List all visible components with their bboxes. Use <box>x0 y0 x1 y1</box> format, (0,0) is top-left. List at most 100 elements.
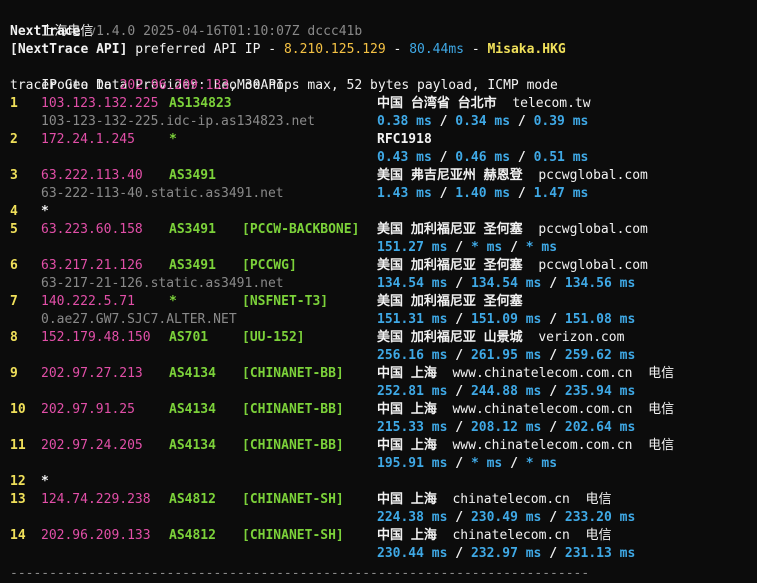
hop-ip: 172.24.1.245 <box>41 132 135 147</box>
version-line: NextTrace v1.4.0 2025-04-16T01:10:07Z dc… <box>10 23 362 41</box>
timing-separator: / <box>510 240 518 255</box>
hop-hostname: 103-123-132-225.idc-ip.as134823.net <box>41 114 315 129</box>
hop-rtt: 208.12 ms <box>470 420 542 435</box>
terminal-window: 上海电信 NextTrace v1.4.0 2025-04-16T01:10:0… <box>0 0 757 581</box>
hop-location: 中国 上海 www.chinatelecom.com.cn 电信 <box>377 437 674 455</box>
timing-separator: / <box>455 420 464 435</box>
api-node: Misaka.HKG <box>487 42 566 57</box>
hop-asn: AS701 <box>169 330 209 345</box>
hop-geo: 美国 弗吉尼亚州 赫恩登 <box>377 168 523 183</box>
hop-asn: AS4134 <box>169 402 216 417</box>
hop-tag: [UU-152] <box>242 330 305 345</box>
hop-rtt: 230.49 ms <box>470 510 542 525</box>
hop-asn: AS134823 <box>169 96 232 111</box>
api-tag: [NextTrace API] <box>10 42 128 57</box>
hop-geo: 中国 上海 <box>377 438 437 453</box>
hop-rtt: 256.16 ms <box>377 348 448 363</box>
hop-rtt: 202.64 ms <box>564 420 636 435</box>
hop-rtt: 1.43 ms <box>377 186 432 201</box>
version-info: v1.4.0 2025-04-16T01:10:07Z dccc41b <box>88 24 363 39</box>
geo-provider-line: IP Geo Data Provider: LeoMoeAPI <box>10 59 284 93</box>
hop-rtt: 230.44 ms <box>377 546 448 561</box>
api-ip: 8.210.125.129 <box>283 42 386 57</box>
api-line: [NextTrace API] preferred API IP - 8.210… <box>10 41 566 59</box>
timing-separator: / <box>549 384 558 399</box>
hop-ip: 124.74.229.238 <box>41 492 151 507</box>
hop-domain: pccwglobal.com <box>538 222 648 237</box>
hop-isp: 电信 <box>648 438 675 453</box>
timing-separator: / <box>455 276 464 291</box>
hop-domain: www.chinatelecom.com.cn <box>452 438 633 453</box>
hop-geo: RFC1918 <box>377 132 432 147</box>
hop-rtt: 244.88 ms <box>470 384 542 399</box>
hop-asn: * <box>169 132 177 147</box>
hop-isp: 电信 <box>648 366 675 381</box>
hop-number: 4 <box>10 204 18 219</box>
hop-number: 11 <box>10 438 26 453</box>
hop-number: 12 <box>10 474 26 489</box>
hop-rtt: 134.54 ms <box>377 276 448 291</box>
hop-geo: 中国 上海 <box>377 528 437 543</box>
hop-location: 中国 上海 chinatelecom.cn 电信 <box>377 527 612 545</box>
hop-tag: [CHINANET-BB] <box>242 366 344 381</box>
hop-location: 中国 上海 www.chinatelecom.com.cn 电信 <box>377 401 674 419</box>
timing-separator: / <box>549 348 558 363</box>
hop-geo: 美国 加利福尼亚 圣何塞 <box>377 294 523 309</box>
hop-isp: 电信 <box>585 492 612 507</box>
timing-separator: / <box>517 186 526 201</box>
hop-location: 美国 弗吉尼亚州 赫恩登 pccwglobal.com <box>377 167 648 185</box>
timing-separator: / <box>439 186 448 201</box>
timing-separator: / <box>455 312 464 327</box>
hop-number: 2 <box>10 132 18 147</box>
timing-separator: / <box>455 546 464 561</box>
hop-domain: telecom.tw <box>512 96 591 111</box>
hop-rtt: 1.47 ms <box>533 186 589 201</box>
timing-separator: / <box>455 384 464 399</box>
hop-timings: 0.43 ms / 0.46 ms / 0.51 ms <box>377 149 588 167</box>
hop-timeout: * <box>41 204 49 219</box>
hop-rtt: 252.81 ms <box>377 384 448 399</box>
hop-geo: 美国 加利福尼亚 圣何塞 <box>377 222 523 237</box>
hop-domain: verizon.com <box>538 330 625 345</box>
timing-separator: / <box>549 276 558 291</box>
api-latency: 80.44ms <box>409 42 464 57</box>
hop-number: 5 <box>10 222 18 237</box>
hop-asn: AS4812 <box>169 528 216 543</box>
hop-timings: 230.44 ms / 232.97 ms / 231.13 ms <box>377 545 635 563</box>
hop-timings: 195.91 ms / * ms / * ms <box>377 455 557 473</box>
hop-timings: 224.38 ms / 230.49 ms / 233.20 ms <box>377 509 635 527</box>
timing-separator: / <box>455 510 464 525</box>
hop-domain: chinatelecom.cn <box>452 528 570 543</box>
hop-rtt: 0.46 ms <box>455 150 511 165</box>
hop-tag: [CHINANET-BB] <box>242 438 344 453</box>
hop-domain: www.chinatelecom.com.cn <box>452 366 633 381</box>
hop-number: 14 <box>10 528 26 543</box>
hop-rtt: 215.33 ms <box>377 420 448 435</box>
hop-ip: 202.96.209.133 <box>41 528 151 543</box>
hop-timings: 134.54 ms / 134.54 ms / 134.56 ms <box>377 275 635 293</box>
hop-location: 美国 加利福尼亚 山景城 verizon.com <box>377 329 624 347</box>
hop-domain: chinatelecom.cn <box>452 492 570 507</box>
hop-location: 美国 加利福尼亚 圣何塞 <box>377 293 523 311</box>
api-sep-1: - <box>393 42 402 57</box>
hop-geo: 美国 加利福尼亚 圣何塞 <box>377 258 523 273</box>
timing-separator: / <box>549 510 558 525</box>
hop-number: 6 <box>10 258 18 273</box>
timing-separator: / <box>549 312 558 327</box>
hop-rtt: 261.95 ms <box>470 348 542 363</box>
hop-timeout: * <box>41 474 49 489</box>
hop-rtt: 231.13 ms <box>564 546 636 561</box>
hop-asn: AS3491 <box>169 222 216 237</box>
hop-ip: 140.222.5.71 <box>41 294 135 309</box>
hop-rtt: 151.31 ms <box>377 312 448 327</box>
hop-hostname: 0.ae27.GW7.SJC7.ALTER.NET <box>41 312 237 327</box>
hop-isp: 电信 <box>585 528 612 543</box>
hop-hostname: 63-217-21-126.static.as3491.net <box>41 276 284 291</box>
hop-rtt: 151.09 ms <box>470 312 542 327</box>
hop-timings: 215.33 ms / 208.12 ms / 202.64 ms <box>377 419 635 437</box>
hop-asn: AS3491 <box>169 168 216 183</box>
hop-asn: * <box>169 294 177 309</box>
hop-geo: 中国 上海 <box>377 492 437 507</box>
hop-asn: AS4812 <box>169 492 216 507</box>
hop-rtt: 151.08 ms <box>564 312 636 327</box>
